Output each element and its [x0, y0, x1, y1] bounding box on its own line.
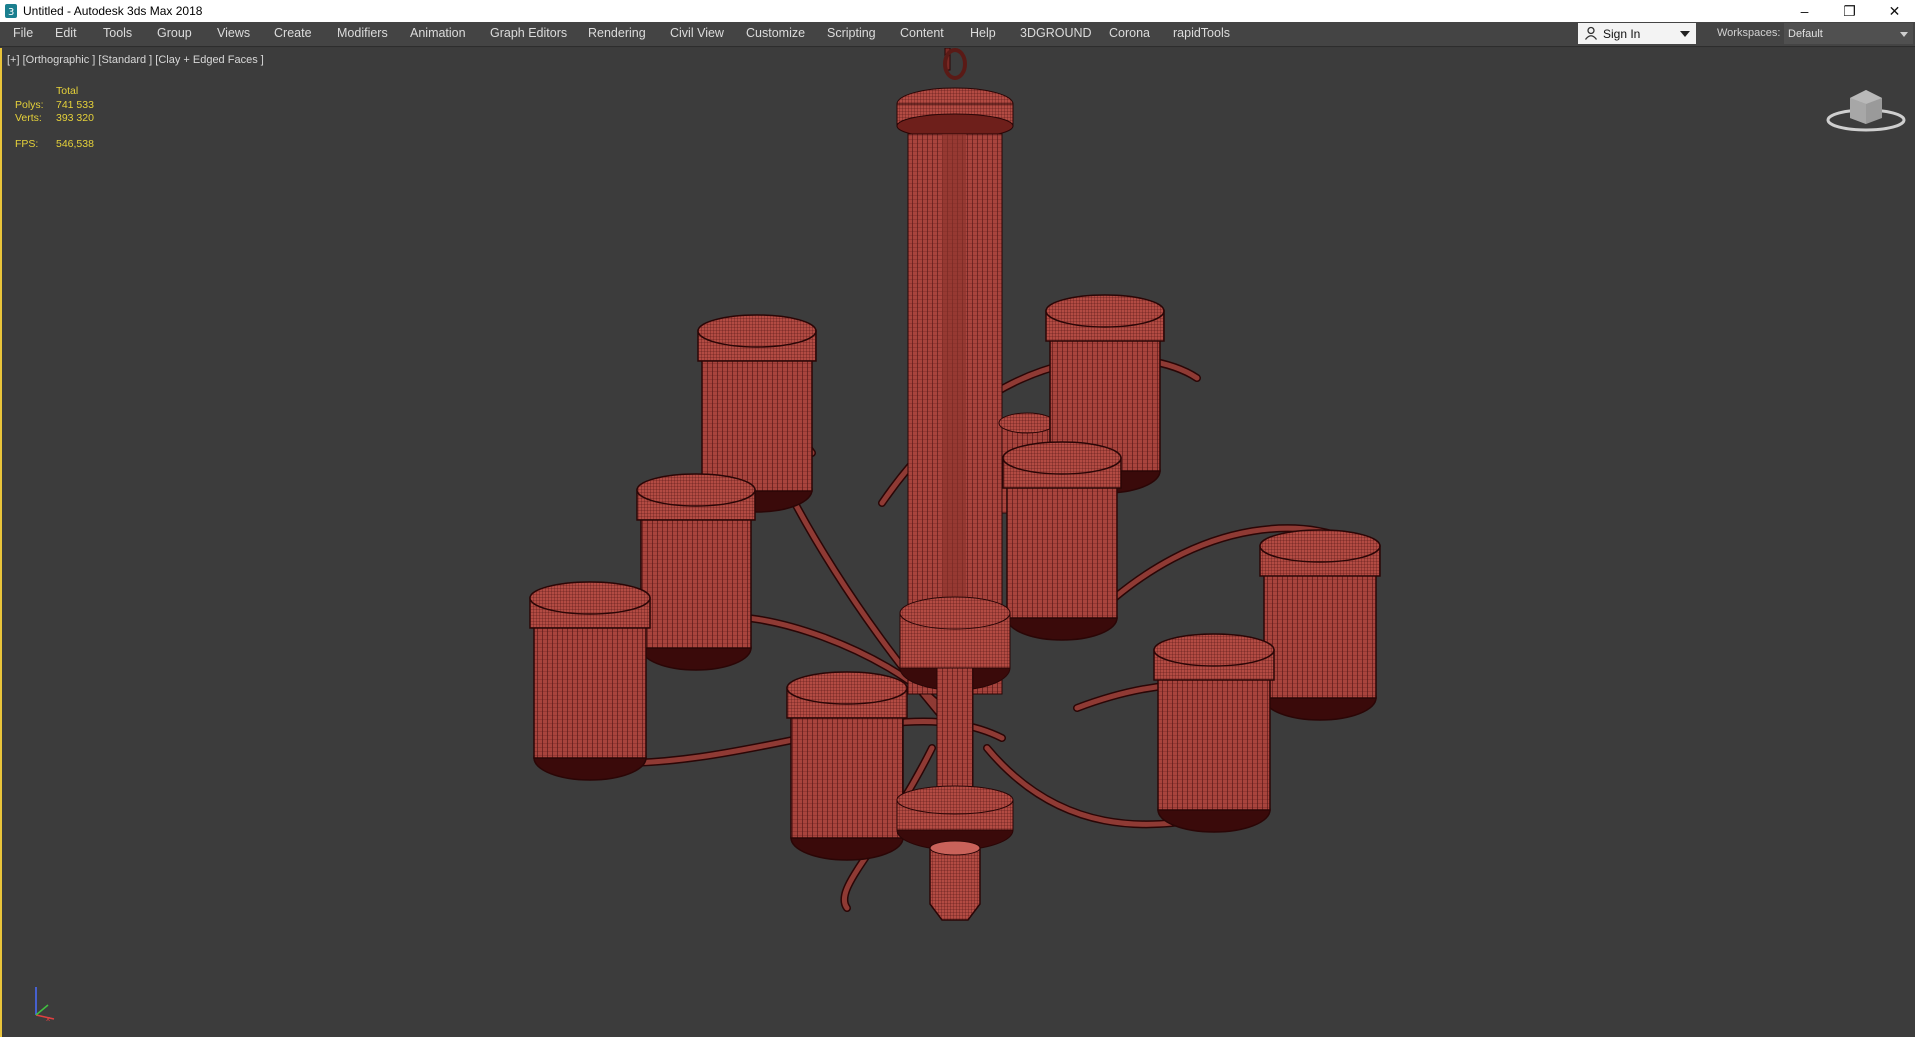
minimize-button[interactable]: –	[1782, 0, 1827, 22]
menu-customize[interactable]: Customize	[746, 26, 805, 40]
title-bar: 3 Untitled - Autodesk 3ds Max 2018 – ❐ ✕	[0, 0, 1915, 22]
chandelier-model[interactable]	[2, 48, 1913, 1037]
menu-scripting[interactable]: Scripting	[827, 26, 876, 40]
svg-text:x: x	[46, 1015, 50, 1023]
menu-help[interactable]: Help	[970, 26, 996, 40]
perspective-viewport[interactable]: [+] [Orthographic ] [Standard ] [Clay + …	[0, 48, 1915, 1037]
menu-corona[interactable]: Corona	[1109, 26, 1150, 40]
menu-3dground[interactable]: 3DGROUND	[1020, 26, 1092, 40]
restore-button[interactable]: ❐	[1827, 0, 1872, 22]
menu-file[interactable]: File	[13, 26, 33, 40]
menu-civil-view[interactable]: Civil View	[670, 26, 724, 40]
menu-tools[interactable]: Tools	[103, 26, 132, 40]
workspaces-value: Default	[1788, 28, 1823, 40]
menu-graph-editors[interactable]: Graph Editors	[490, 26, 567, 40]
menu-animation[interactable]: Animation	[410, 26, 466, 40]
chevron-down-icon	[1900, 32, 1908, 37]
menu-rendering[interactable]: Rendering	[588, 26, 646, 40]
workspaces-label: Workspaces:	[1717, 27, 1781, 39]
workspaces-select[interactable]: Default	[1784, 23, 1913, 44]
menu-views[interactable]: Views	[217, 26, 250, 40]
menu-modifiers[interactable]: Modifiers	[337, 26, 388, 40]
app-logo-icon: 3	[5, 4, 17, 18]
sign-in-label: Sign In	[1603, 27, 1641, 41]
svg-text:3: 3	[8, 7, 14, 18]
close-button[interactable]: ✕	[1872, 0, 1915, 22]
menu-content[interactable]: Content	[900, 26, 944, 40]
menu-create[interactable]: Create	[274, 26, 312, 40]
axis-tripod-icon: x	[35, 987, 55, 1023]
sign-in-dropdown[interactable]: Sign In	[1578, 23, 1696, 44]
person-icon	[1584, 26, 1598, 40]
menu-rapidtools[interactable]: rapidTools	[1173, 26, 1230, 40]
menu-edit[interactable]: Edit	[55, 26, 77, 40]
window-title: Untitled - Autodesk 3ds Max 2018	[23, 4, 203, 18]
chevron-down-icon	[1680, 31, 1690, 37]
menu-group[interactable]: Group	[157, 26, 192, 40]
